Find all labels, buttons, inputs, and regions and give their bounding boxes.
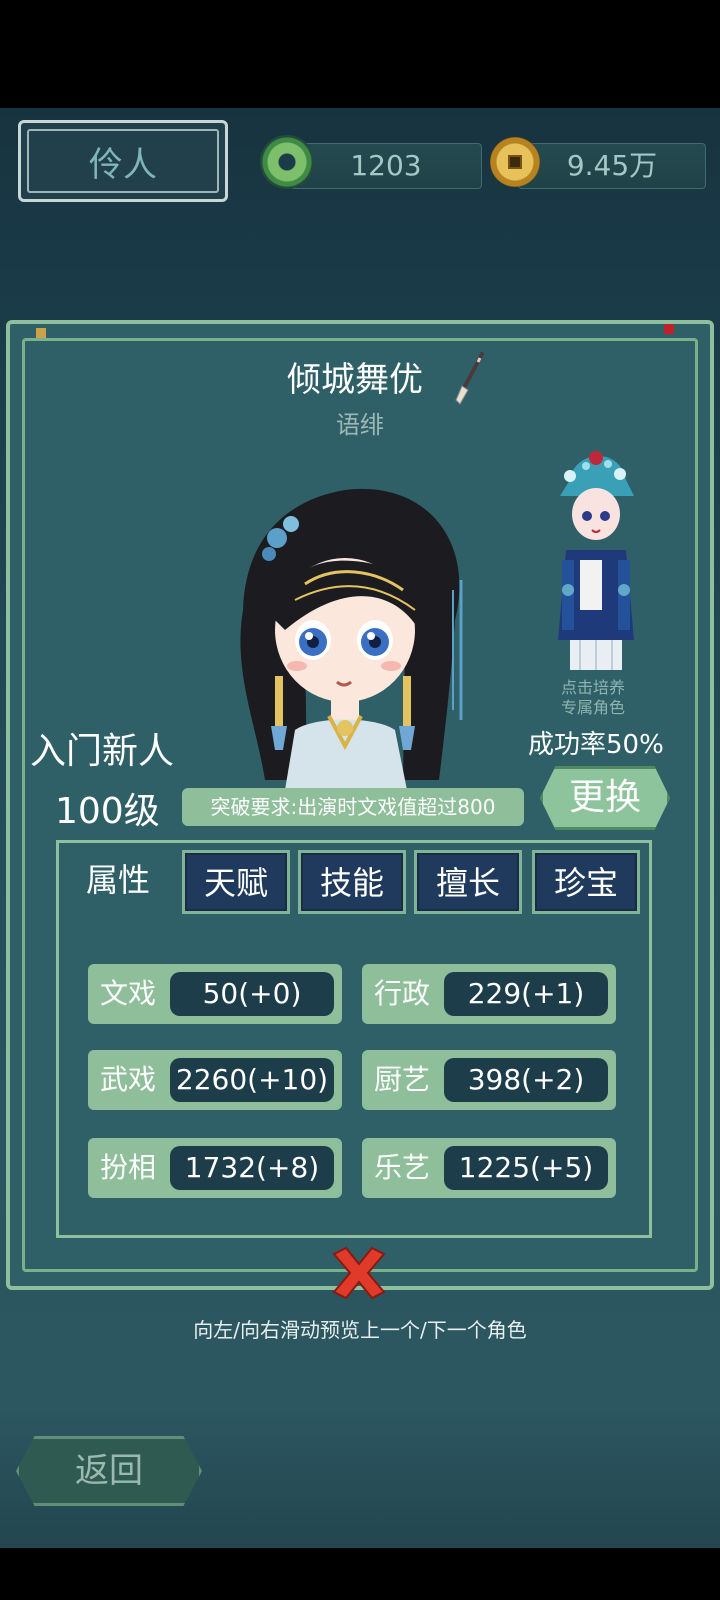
attribute-value: 1732(+8) <box>170 1146 334 1190</box>
red-seal-icon <box>664 324 674 334</box>
nav-bar <box>0 1548 720 1600</box>
corner-ornament-icon <box>36 328 46 338</box>
coin-amount: 9.45万 <box>566 149 658 182</box>
change-button[interactable]: 更换 <box>540 766 670 830</box>
train-hint: 点击培养 专属角色 <box>548 678 638 718</box>
jade-currency: 1203 <box>290 143 482 189</box>
attribute-label: 乐艺 <box>374 1151 431 1184</box>
attribute-label: 武戏 <box>100 1063 157 1096</box>
back-button[interactable]: 返回 <box>16 1436 202 1506</box>
status-bar <box>0 0 720 108</box>
swipe-hint: 向左/向右滑动预览上一个/下一个角色 <box>193 1318 527 1342</box>
tab-treasure[interactable]: 珍宝 <box>532 850 640 914</box>
breakthrough-requirement: 突破要求:出演时文戏值超过800 <box>182 788 524 826</box>
character-level: 100级 <box>55 791 160 832</box>
coin-icon <box>490 137 540 187</box>
tab-specialty[interactable]: 擅长 <box>414 850 522 914</box>
attribute-label: 文戏 <box>100 977 157 1010</box>
coin-currency: 9.45万 <box>518 143 706 189</box>
success-rate: 成功率50% <box>528 730 664 760</box>
attribute-row: 扮相 1732(+8) <box>88 1138 342 1198</box>
attribute-row: 行政 229(+1) <box>362 964 616 1024</box>
attribute-value: 1225(+5) <box>444 1146 608 1190</box>
character-subtitle: 语绯 <box>336 411 384 439</box>
jade-icon <box>262 137 312 187</box>
character-portrait[interactable] <box>225 480 485 790</box>
tab-talent[interactable]: 天赋 <box>182 850 290 914</box>
attribute-value: 229(+1) <box>444 972 608 1016</box>
page-title: 伶人 <box>89 144 157 185</box>
attribute-value: 50(+0) <box>170 972 334 1016</box>
attribute-row: 乐艺 1225(+5) <box>362 1138 616 1198</box>
tab-skills[interactable]: 技能 <box>298 850 406 914</box>
attribute-label: 厨艺 <box>374 1063 431 1096</box>
train-hint-line2: 专属角色 <box>560 698 625 717</box>
exclusive-character-figure[interactable] <box>550 440 642 676</box>
attribute-label: 扮相 <box>100 1151 157 1184</box>
character-rank: 入门新人 <box>30 731 175 772</box>
attribute-row: 厨艺 398(+2) <box>362 1050 616 1110</box>
page-title-plate: 伶人 <box>18 120 228 202</box>
jade-amount: 1203 <box>350 149 422 182</box>
attribute-label: 行政 <box>374 977 431 1010</box>
attribute-row: 武戏 2260(+10) <box>88 1050 342 1110</box>
tab-attributes[interactable]: 属性 <box>64 850 172 914</box>
attribute-value: 2260(+10) <box>170 1058 334 1102</box>
attribute-value: 398(+2) <box>444 1058 608 1102</box>
train-hint-line1: 点击培养 <box>560 678 625 697</box>
close-icon[interactable] <box>326 1242 392 1304</box>
character-name: 倾城舞优 <box>287 360 423 400</box>
edit-brush-icon[interactable] <box>452 350 488 406</box>
attribute-row: 文戏 50(+0) <box>88 964 342 1024</box>
